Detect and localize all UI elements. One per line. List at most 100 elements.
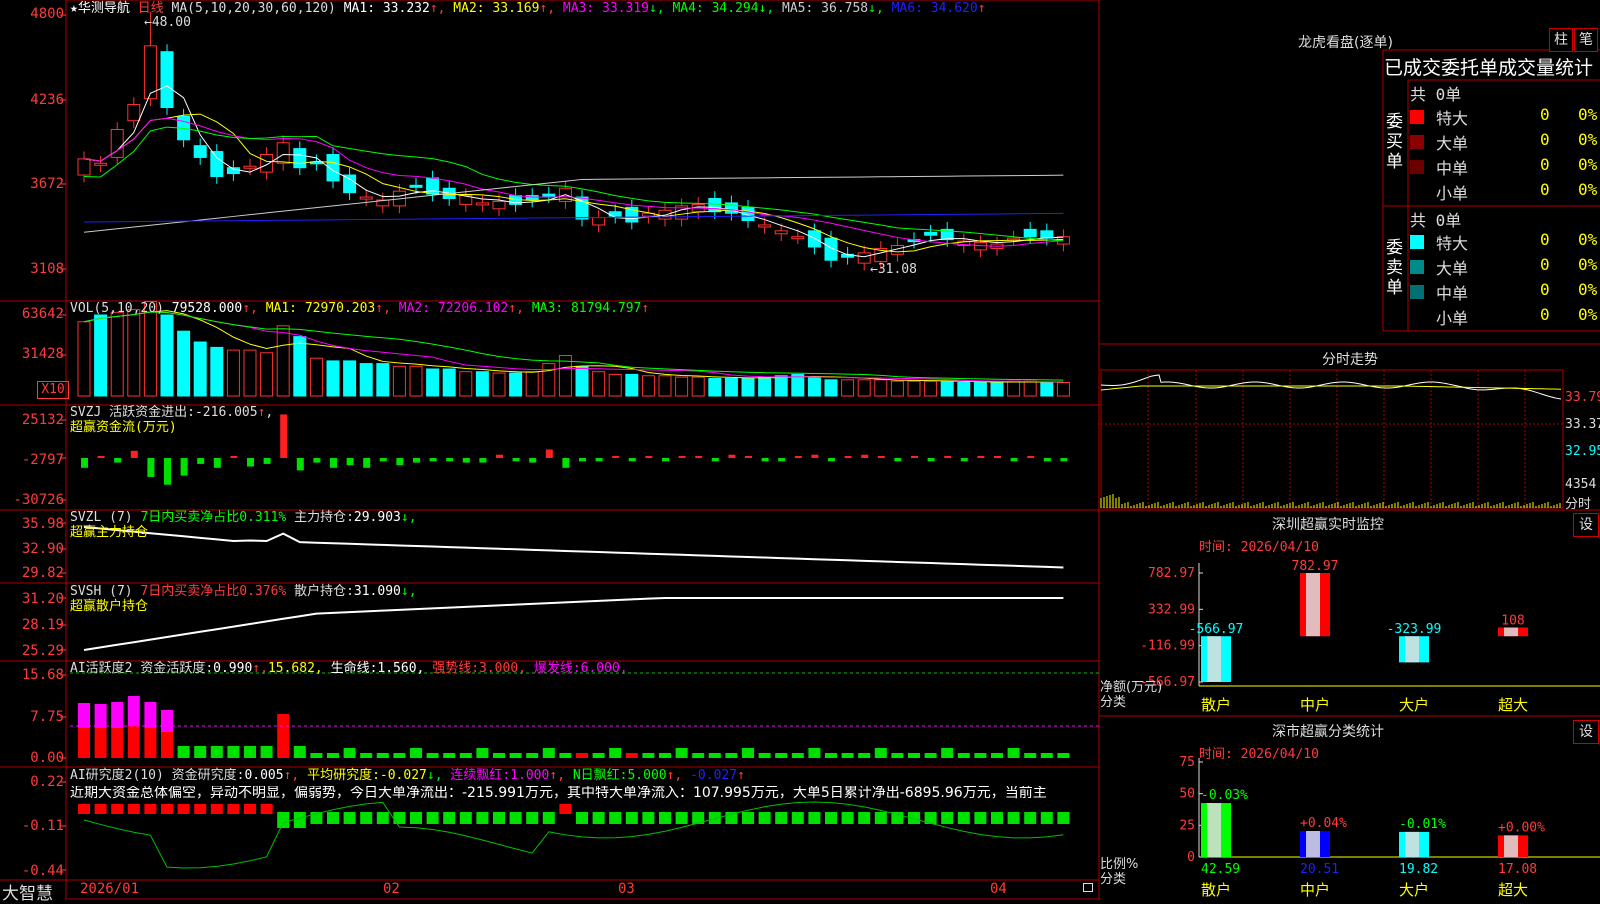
volume-bar-17 [359, 363, 373, 397]
monitor-time: 时间: 2026/04/10 [1199, 540, 1319, 555]
ai-bar-20 [410, 748, 422, 758]
volume-bar-51 [924, 380, 938, 397]
category-ytick-2: 50 [1179, 787, 1195, 802]
svsh-tick-2: 28.19 [21, 617, 64, 633]
svzl-label: SVZL (7) [70, 510, 133, 525]
volume-label: VOL(5,10,20) [70, 301, 164, 316]
ai-bar-25 [493, 753, 505, 758]
volume-bar-5 [160, 314, 174, 397]
ai-red-1 [94, 728, 107, 758]
svzj-bar-57 [1027, 456, 1035, 458]
svzj-bar-3 [130, 450, 138, 458]
price-tick-3: 3672 [30, 176, 64, 192]
svzj-bar-24 [479, 458, 487, 463]
volume-bar-41 [758, 376, 772, 397]
svzj-header: SVZJ 活跃资金进出:-216.005↑, [70, 405, 274, 420]
sell-swatch-3 [1410, 285, 1424, 299]
category-settings-button[interactable]: 设 [1573, 720, 1599, 744]
price-tick-1: 4800 [30, 6, 64, 22]
svzj-bar-44 [811, 454, 819, 458]
chart-canvas[interactable]: 782.97332.99-116.99-566.97-566.97散户782.9… [0, 0, 1600, 900]
ai-bar-59 [1057, 753, 1070, 758]
ai-research-bar-25 [493, 812, 505, 824]
ai-research-bar-57 [1024, 812, 1037, 824]
volume-bar-30 [575, 365, 589, 397]
volume-bar-19 [392, 365, 406, 397]
volume-bar-38 [708, 377, 722, 397]
ai-bar-24 [476, 748, 489, 758]
monitor-title: 深圳超赢实时监控 [1272, 517, 1384, 533]
ai-bar-52 [941, 748, 954, 758]
ai-red-5 [161, 732, 173, 758]
ma-value-6: MA6: 34.620 [891, 1, 978, 16]
ai-research-tick-3: -0.44 [21, 863, 64, 879]
volume-bar-43 [791, 373, 805, 397]
category-value-1: 42.59 [1201, 862, 1240, 877]
svzj-bar-29 [562, 458, 570, 468]
ai-research-bar-52 [941, 812, 954, 824]
ai-bar-30 [576, 753, 588, 758]
ai-bar-31 [592, 753, 605, 758]
ai-active-tick-3: 0.00 [30, 750, 64, 766]
ai-research-bar-11 [260, 804, 273, 814]
volume-bar-13 [293, 336, 307, 397]
svzj-bar-20 [413, 458, 420, 463]
svsh-tick-3: 25.29 [21, 643, 64, 659]
tick-mode-button[interactable]: 笔 [1574, 28, 1598, 52]
ai-bar-40 [742, 748, 754, 758]
volume-bar-47 [857, 379, 871, 397]
period-label[interactable]: 日线 [138, 1, 164, 16]
bar-mode-button[interactable]: 柱 [1549, 28, 1573, 52]
svzj-bar-52 [944, 456, 952, 458]
svzj-bar-23 [462, 458, 470, 463]
ai-research-bar-46 [841, 812, 854, 824]
svzj-tick-3: -30726 [13, 492, 64, 508]
candle-body-20 [409, 184, 423, 188]
sell-row-name-4: 小单 [1436, 309, 1469, 328]
intraday-mode-label[interactable]: 分时 [1565, 493, 1591, 512]
svzj-tick-1: 25132 [21, 412, 64, 428]
sell-row-name-3: 中单 [1436, 284, 1469, 303]
ai-active-label: AI活跃度2 [70, 661, 133, 676]
ma-value-3: MA3: 33.319 [562, 1, 649, 16]
ma-arrow-1: ↑, [375, 301, 399, 316]
ai-bar-14 [310, 753, 323, 758]
ai-bar-21 [426, 753, 439, 758]
star-icon[interactable]: ★ [70, 1, 78, 16]
svzj-bar-42 [778, 458, 786, 462]
svzj-bar-28 [545, 449, 553, 458]
ma4-line [83, 126, 1064, 242]
candle-body-10 [243, 165, 257, 169]
volume-bar-6 [177, 330, 191, 397]
ai-bar-33 [625, 753, 638, 758]
lock-icon[interactable] [1083, 883, 1093, 892]
monitor-axis-label: 净额(万元) 分类 [1100, 680, 1162, 710]
svzj-bar-2 [114, 458, 122, 463]
ma-arrow-2: ↑, [508, 301, 532, 316]
buy-row-pct-2: 0% [1578, 130, 1598, 149]
sell-row-count-2: 0 [1540, 255, 1550, 274]
ai-bar-48 [874, 748, 887, 758]
low-arrow: ← [870, 262, 878, 277]
ai-bar-32 [609, 748, 622, 758]
monitor-settings-button[interactable]: 设 [1573, 513, 1599, 537]
volume-bar-22 [442, 368, 456, 397]
category-value-3: 19.82 [1399, 862, 1438, 877]
ai-bar-35 [659, 753, 671, 758]
ai-bar-56 [1007, 748, 1020, 758]
volume-bar-45 [824, 379, 838, 397]
ai-active-group [78, 696, 1070, 758]
volume-bar-40 [741, 377, 755, 397]
volume-bar-58 [1040, 382, 1054, 397]
ai-research-a1: ↑, [283, 768, 300, 783]
sell-swatch-1 [1410, 235, 1424, 249]
volume-unit-button[interactable]: X10 [37, 381, 69, 399]
ai-commentary: 近期大资金总体偏空，异动不明显，偏弱势，今日大单净流出：-215.991万元，其… [70, 786, 1047, 801]
candle-group [77, 12, 1070, 271]
candle-body-28 [542, 193, 556, 197]
monitor-cat-4: 超大 [1498, 696, 1528, 714]
ai-active-header: AI活跃度2 资金活跃度:0.990↑,15.682, 生命线:1.560, 强… [70, 661, 628, 676]
category-value-4: 17.08 [1498, 862, 1537, 877]
ai-research-group [78, 804, 1070, 828]
date-label-mar: 03 [618, 881, 635, 897]
